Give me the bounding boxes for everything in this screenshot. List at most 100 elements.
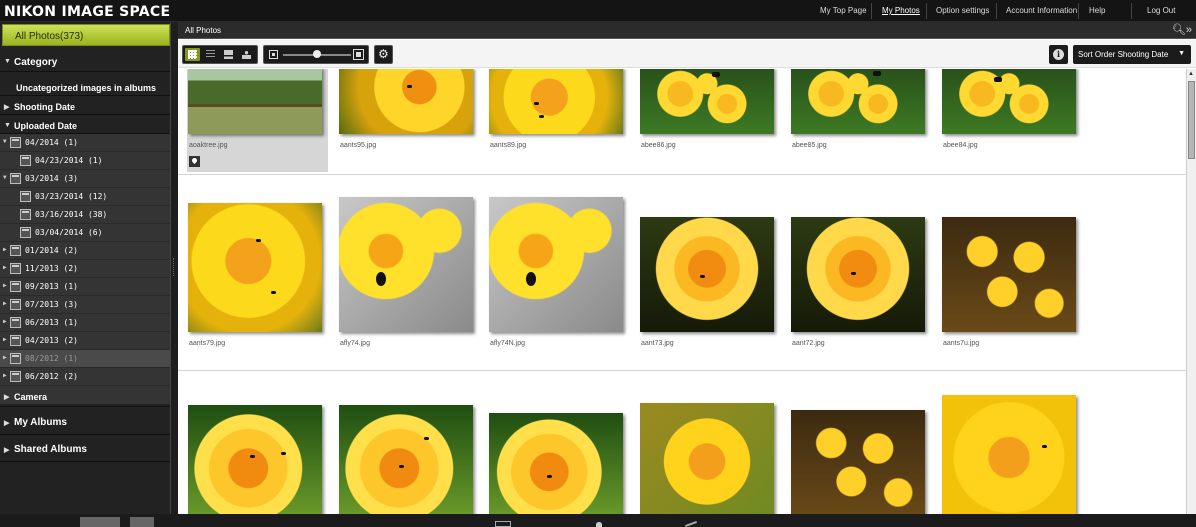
tree-item-03-23-2014[interactable]: 03/23/2014 (12) (0, 188, 170, 206)
photo-thumbnail[interactable] (489, 413, 623, 514)
gear-icon: ⚙ (378, 47, 389, 61)
expand-triangle-icon: ▶ (3, 318, 7, 325)
nav-log-out[interactable]: Log Out (1147, 6, 1175, 15)
photo-thumbnail[interactable] (942, 395, 1076, 514)
photo-thumbnail[interactable] (640, 217, 774, 332)
scrollbar-thumb[interactable] (1188, 81, 1195, 159)
bottom-tab[interactable] (80, 517, 120, 527)
tree-item-01-2014[interactable]: ▶ 01/2014 (2) (0, 242, 170, 260)
tree-item-03-2014[interactable]: ▼ 03/2014 (3) (0, 170, 170, 188)
photo-thumbnail[interactable] (942, 69, 1076, 134)
nav-divider (871, 3, 872, 19)
nav-my-top-page[interactable]: My Top Page (820, 6, 867, 15)
photo-thumbnail[interactable] (791, 410, 925, 514)
tree-item-label: 06/2013 (1) (25, 318, 78, 327)
photo-thumbnail[interactable] (791, 217, 925, 332)
search-icon[interactable]: 🔍︎» (1172, 23, 1192, 36)
photo-thumbnail[interactable] (791, 69, 925, 134)
person-icon (242, 50, 251, 59)
sidebar-all-photos[interactable]: All Photos(373) (2, 24, 170, 46)
photo-thumbnail[interactable] (188, 203, 322, 332)
detail-view-icon (224, 50, 233, 59)
grid-view-button[interactable] (185, 48, 200, 61)
main-header: All Photos 🔍︎» (178, 22, 1196, 39)
small-thumb-icon (269, 50, 278, 59)
thumbnail-size-slider[interactable] (263, 45, 369, 64)
photo-thumbnail[interactable] (942, 217, 1076, 332)
share-icon[interactable] (596, 522, 602, 527)
sidebar-category[interactable]: ▼ Category (0, 52, 170, 72)
sidebar-uncategorized[interactable]: Uncategorized images in albums (0, 78, 170, 96)
photo-filename: abee85.jpg (792, 142, 827, 149)
info-button[interactable]: i (1049, 45, 1068, 64)
tree-item-08-2012[interactable]: ▶ 08/2012 (1) (0, 350, 170, 368)
nav-option-settings[interactable]: Option settings (936, 6, 989, 15)
photo-thumbnail[interactable] (339, 197, 473, 332)
photo-thumbnail[interactable] (489, 197, 623, 332)
slideshow-icon[interactable] (495, 521, 511, 527)
tree-item-04-23-2014[interactable]: 04/23/2014 (1) (0, 152, 170, 170)
nav-divider (996, 3, 997, 19)
calendar-icon (10, 263, 21, 274)
bottom-tab[interactable] (130, 517, 154, 527)
photo-filename: aants79.jpg (189, 340, 226, 347)
expand-triangle-icon: ▶ (3, 246, 7, 253)
photo-grid: aoaktree.jpg aants95.jpg aants89.jpg abe… (178, 69, 1186, 514)
tree-item-11-2013[interactable]: ▶ 11/2013 (2) (0, 260, 170, 278)
sort-order-dropdown[interactable]: Sort Order Shooting Date ▼ (1073, 45, 1191, 64)
expand-triangle-icon: ▶ (4, 394, 10, 401)
photo-thumbnail[interactable] (188, 69, 322, 134)
sidebar-my-albums[interactable]: ▶ My Albums (0, 411, 170, 435)
tree-item-03-04-2014[interactable]: 03/04/2014 (6) (0, 224, 170, 242)
sidebar-resize-handle[interactable] (171, 22, 178, 514)
tree-item-label: 01/2014 (2) (25, 246, 78, 255)
tree-item-label: 07/2013 (3) (25, 300, 78, 309)
settings-button[interactable]: ⚙ (374, 45, 393, 64)
expand-triangle-icon: ▶ (3, 300, 7, 307)
location-pin-icon[interactable] (189, 156, 200, 167)
photo-thumbnail[interactable] (489, 69, 623, 134)
sidebar-uploaded-date[interactable]: ▼ Uploaded Date (0, 116, 170, 134)
photo-thumbnail[interactable] (188, 405, 322, 514)
sort-order-label: Sort Order Shooting Date (1078, 50, 1169, 59)
edit-icon[interactable] (685, 521, 697, 527)
tree-item-09-2013[interactable]: ▶ 09/2013 (1) (0, 278, 170, 296)
photo-filename: afly74.jpg (340, 340, 370, 347)
detail-view-button[interactable] (221, 48, 236, 61)
sidebar-camera[interactable]: ▶ Camera (0, 387, 170, 407)
scroll-up-arrow-icon[interactable]: ▲ (1188, 71, 1194, 77)
tree-item-label: 03/23/2014 (12) (35, 192, 108, 201)
expand-triangle-icon: ▶ (3, 336, 7, 343)
tree-item-06-2013[interactable]: ▶ 06/2013 (1) (0, 314, 170, 332)
calendar-icon (10, 173, 21, 184)
photo-filename: afly74N.jpg (490, 340, 526, 347)
tree-item-04-2014[interactable]: ▼ 04/2014 (1) (0, 134, 170, 152)
calendar-icon (10, 281, 21, 292)
tree-item-03-16-2014[interactable]: 03/16/2014 (38) (0, 206, 170, 224)
tree-item-06-2012[interactable]: ▶ 06/2012 (2) (0, 368, 170, 386)
sidebar-shared-albums[interactable]: ▶ Shared Albums (0, 438, 170, 462)
list-view-button[interactable] (203, 48, 218, 61)
nav-help[interactable]: Help (1089, 6, 1105, 15)
sidebar-shared-albums-label: Shared Albums (14, 444, 87, 455)
uploaded-date-tree: ▼ 04/2014 (1) 04/23/2014 (1) ▼ 03/2014 (… (0, 134, 170, 404)
map-view-button[interactable] (239, 48, 254, 61)
slider-knob[interactable] (313, 50, 321, 58)
vertical-scrollbar[interactable]: ▲ (1186, 69, 1196, 514)
photo-thumbnail[interactable] (640, 403, 774, 514)
photo-thumbnail[interactable] (339, 69, 473, 134)
grid-icon (188, 50, 197, 59)
photo-filename: aants7u.jpg (943, 340, 980, 347)
expand-triangle-icon: ▶ (3, 282, 7, 289)
tree-item-04-2013[interactable]: ▶ 04/2013 (2) (0, 332, 170, 350)
nav-my-photos[interactable]: My Photos (882, 6, 920, 15)
photo-thumbnail[interactable] (640, 69, 774, 134)
photo-thumbnail[interactable] (339, 405, 473, 514)
sidebar-shooting-date[interactable]: ▶ Shooting Date (0, 97, 170, 115)
tree-item-07-2013[interactable]: ▶ 07/2013 (3) (0, 296, 170, 314)
app-logo[interactable]: NIKON IMAGE SPACE (4, 4, 170, 20)
calendar-icon (10, 335, 21, 346)
nav-account-information[interactable]: Account Information (1006, 6, 1077, 15)
photo-filename: aants89.jpg (490, 142, 527, 149)
tree-item-label: 11/2013 (2) (25, 264, 78, 273)
